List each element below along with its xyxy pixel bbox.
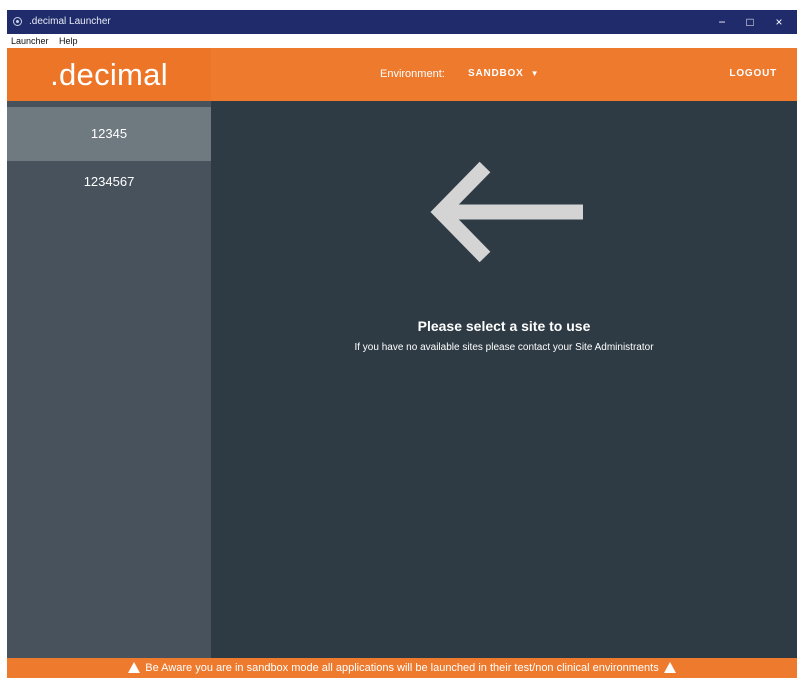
environment-value: SANDBOX xyxy=(468,68,524,79)
environment-dropdown[interactable]: SANDBOX ▼ xyxy=(468,66,539,82)
title-bar: .decimal Launcher − □ × xyxy=(7,10,797,34)
arrow-left-icon xyxy=(430,161,583,263)
close-button[interactable]: × xyxy=(764,10,794,34)
logout-button[interactable]: LOGOUT xyxy=(729,67,777,81)
minimize-button[interactable]: − xyxy=(707,10,737,34)
warning-icon xyxy=(663,661,676,673)
select-site-heading: Please select a site to use xyxy=(417,318,591,334)
maximize-button[interactable]: □ xyxy=(735,10,765,34)
sandbox-warning-banner: Be Aware you are in sandbox mode all app… xyxy=(7,658,797,678)
site-item-12345[interactable]: 12345 xyxy=(7,107,211,161)
site-sidebar: 12345 1234567 xyxy=(7,101,211,658)
site-item-1234567[interactable]: 1234567 xyxy=(7,155,211,209)
menu-help[interactable]: Help xyxy=(59,35,78,47)
launcher-window: .decimal Launcher − □ × Launcher Help .d… xyxy=(7,10,797,678)
caret-down-icon: ▼ xyxy=(530,69,540,78)
menu-launcher[interactable]: Launcher xyxy=(11,35,49,47)
app-header: .decimal Environment: SANDBOX ▼ LOGOUT xyxy=(7,48,797,101)
sandbox-warning-text: Be Aware you are in sandbox mode all app… xyxy=(145,662,659,674)
decimal-logo: .decimal xyxy=(7,48,211,101)
app-icon xyxy=(13,17,22,26)
menu-bar: Launcher Help xyxy=(7,34,797,48)
main-content: Please select a site to use If you have … xyxy=(211,101,797,658)
window-title: .decimal Launcher xyxy=(29,16,111,27)
select-site-help-text: If you have no available sites please co… xyxy=(354,342,654,353)
warning-icon xyxy=(128,661,141,673)
environment-label: Environment: xyxy=(380,68,445,80)
